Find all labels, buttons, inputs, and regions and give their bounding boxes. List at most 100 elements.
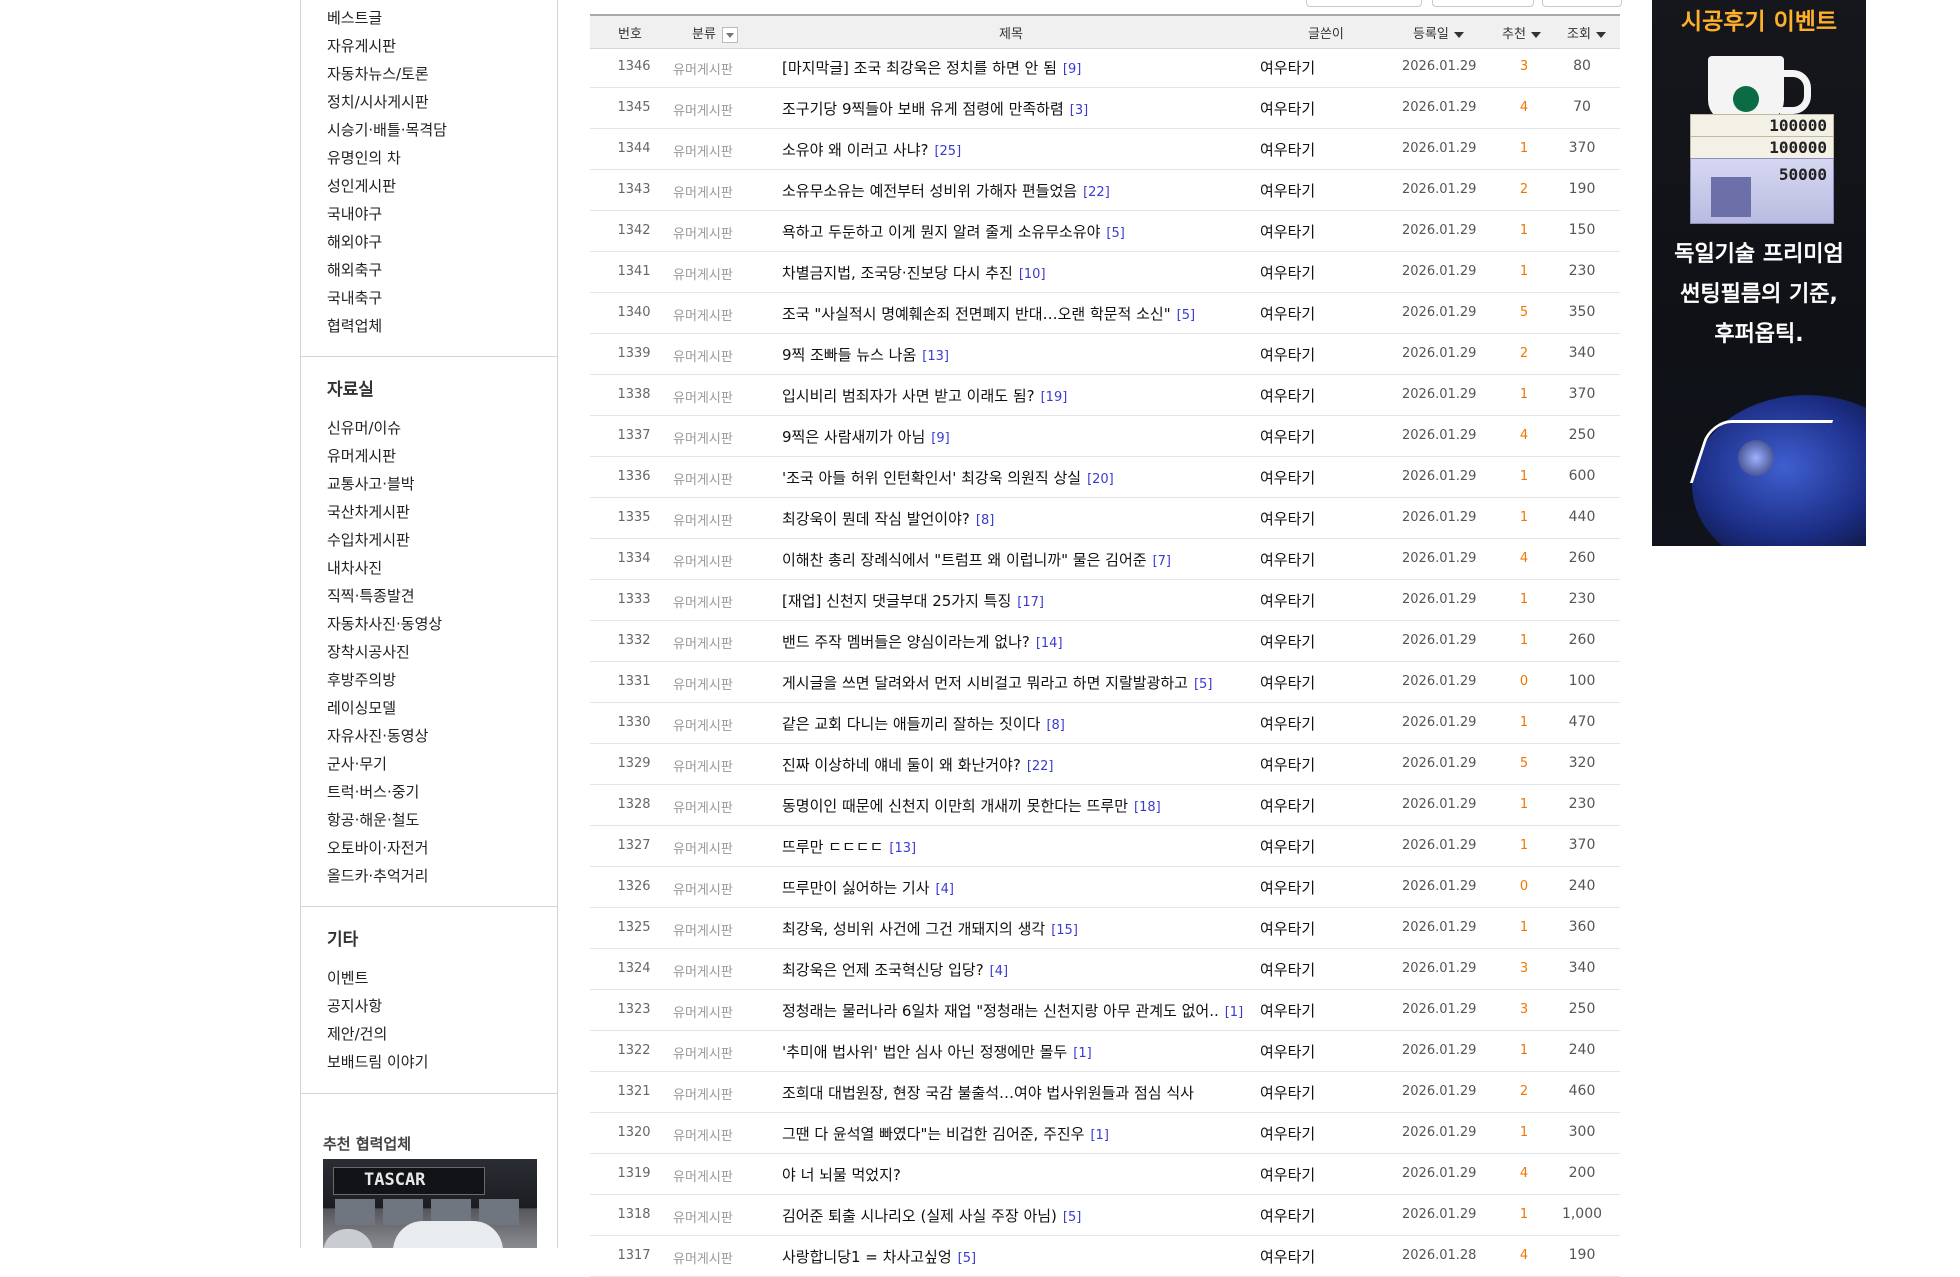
table-row[interactable]: 1334 유머게시판 이해찬 총리 장례식에서 "트럼프 왜 이럽니까" 물은 김어… <box>590 539 1620 580</box>
comment-count[interactable]: [13] <box>922 349 949 364</box>
post-author[interactable]: 여우타기 <box>1260 1000 1315 1021</box>
post-title-link[interactable]: 정청래는 물러나라 6일차 재업 "정청래는 신천지랑 아무 관계도 없어.. [… <box>782 1000 1243 1021</box>
post-title-link[interactable]: 조국 "사실적시 명예훼손죄 전면폐지 반대…오랜 학문적 소신" [5] <box>782 303 1195 324</box>
post-title[interactable]: 이해찬 총리 장례식에서 "트럼프 왜 이럽니까" 물은 김어준 <box>782 551 1147 569</box>
category-select-icon[interactable] <box>721 26 738 43</box>
post-author[interactable]: 여우타기 <box>1260 1246 1315 1267</box>
sidebar-item[interactable]: 군사·무기 <box>327 750 442 778</box>
post-author[interactable]: 여우타기 <box>1260 221 1315 242</box>
header-category[interactable]: 분류 <box>692 23 738 43</box>
sidebar-item[interactable]: 자유게시판 <box>327 32 447 60</box>
post-title-link[interactable]: [마지막글] 조국 최강욱은 정치를 하면 안 됨 [9] <box>782 57 1081 78</box>
post-title[interactable]: 진짜 이상하네 얘네 둘이 왜 화난거야? <box>782 756 1021 774</box>
post-title[interactable]: 최강욱은 언제 조국혁신당 입당? <box>782 961 984 979</box>
post-author[interactable]: 여우타기 <box>1260 426 1315 447</box>
post-title[interactable]: 소유야 왜 이러고 사냐? <box>782 141 928 159</box>
comment-count[interactable]: [17] <box>1017 595 1044 610</box>
post-title-link[interactable]: 조희대 대법원장, 현장 국감 불출석…여야 법사위원들과 점심 식사 <box>782 1082 1200 1103</box>
comment-count[interactable]: [3] <box>1070 103 1088 118</box>
comment-count[interactable]: [9] <box>931 431 949 446</box>
sidebar-item[interactable]: 국내야구 <box>327 200 447 228</box>
comment-count[interactable]: [8] <box>976 513 994 528</box>
table-row[interactable]: 1322 유머게시판 '추미애 법사위' 법안 심사 아닌 정쟁에만 몰두 [1] 여우… <box>590 1031 1620 1072</box>
post-author[interactable]: 여우타기 <box>1260 1205 1315 1226</box>
sidebar-item[interactable]: 성인게시판 <box>327 172 447 200</box>
top-control-button[interactable] <box>1306 0 1422 7</box>
table-row[interactable]: 1331 유머게시판 게시글을 쓰면 달려와서 먼저 시비걸고 뭐라고 하면 지랄발… <box>590 662 1620 703</box>
post-title-link[interactable]: 9찍 조빠들 뉴스 나옴 [13] <box>782 344 949 365</box>
post-author[interactable]: 여우타기 <box>1260 877 1315 898</box>
comment-count[interactable]: [7] <box>1153 554 1171 569</box>
sidebar-item[interactable]: 장착시공사진 <box>327 638 442 666</box>
top-control-button[interactable] <box>1432 0 1534 7</box>
post-author[interactable]: 여우타기 <box>1260 1164 1315 1185</box>
post-author[interactable]: 여우타기 <box>1260 1082 1315 1103</box>
comment-count[interactable]: [18] <box>1134 800 1161 815</box>
post-author[interactable]: 여우타기 <box>1260 385 1315 406</box>
comment-count[interactable]: [22] <box>1027 759 1054 774</box>
comment-count[interactable]: [20] <box>1087 472 1114 487</box>
post-title[interactable]: 소유무소유는 예전부터 성비위 가해자 편들었음 <box>782 182 1077 200</box>
table-row[interactable]: 1318 유머게시판 김어준 퇴출 시나리오 (실제 사실 주장 아님) [5] 여우타… <box>590 1195 1620 1236</box>
post-author[interactable]: 여우타기 <box>1260 98 1315 119</box>
post-title[interactable]: 최강욱, 성비위 사건에 그건 개돼지의 생각 <box>782 920 1045 938</box>
post-title[interactable]: 입시비리 범죄자가 사면 받고 이래도 됨? <box>782 387 1035 405</box>
post-author[interactable]: 여우타기 <box>1260 590 1315 611</box>
table-row[interactable]: 1327 유머게시판 뜨루만 ㄷㄷㄷㄷ [13] 여우타기 2026.01.29 1 370 <box>590 826 1620 867</box>
sidebar-item[interactable]: 트럭·버스·중기 <box>327 778 442 806</box>
sidebar-item[interactable]: 국산차게시판 <box>327 498 442 526</box>
sidebar-item[interactable]: 시승기·배틀·목격담 <box>327 116 447 144</box>
table-row[interactable]: 1344 유머게시판 소유야 왜 이러고 사냐? [25] 여우타기 2026.01.29… <box>590 129 1620 170</box>
comment-count[interactable]: [4] <box>936 882 954 897</box>
comment-count[interactable]: [1] <box>1073 1046 1091 1061</box>
table-row[interactable]: 1319 유머게시판 야 너 뇌물 먹었지? 여우타기 2026.01.29 4 200 <box>590 1154 1620 1195</box>
table-row[interactable]: 1346 유머게시판 [마지막글] 조국 최강욱은 정치를 하면 안 됨 [9] 여우타… <box>590 47 1620 88</box>
table-row[interactable]: 1330 유머게시판 같은 교회 다니는 애들끼리 잘하는 짓이다 [8] 여우타기 20… <box>590 703 1620 744</box>
sidebar-item[interactable]: 정치/시사게시판 <box>327 88 447 116</box>
table-row[interactable]: 1320 유머게시판 그땐 다 윤석열 빠였다"는 비겁한 김어준, 주진우 [1] 여… <box>590 1113 1620 1154</box>
comment-count[interactable]: [5] <box>1177 308 1195 323</box>
post-title[interactable]: 차별금지법, 조국당·진보당 다시 추진 <box>782 264 1013 282</box>
post-author[interactable]: 여우타기 <box>1260 959 1315 980</box>
post-title[interactable]: 조국 "사실적시 명예훼손죄 전면폐지 반대…오랜 학문적 소신" <box>782 305 1171 323</box>
post-title-link[interactable]: '조국 아들 허위 인턴확인서' 최강욱 의원직 상실 [20] <box>782 467 1114 488</box>
partner-shop-image[interactable]: TASCAR <box>323 1159 537 1248</box>
sidebar-item[interactable]: 수입차게시판 <box>327 526 442 554</box>
post-title-link[interactable]: 뜨루만이 싫어하는 기사 [4] <box>782 877 954 898</box>
table-row[interactable]: 1321 유머게시판 조희대 대법원장, 현장 국감 불출석…여야 법사위원들과 점… <box>590 1072 1620 1113</box>
post-title[interactable]: 조구기당 9찍들아 보배 유게 점령에 만족하렴 <box>782 100 1064 118</box>
table-row[interactable]: 1324 유머게시판 최강욱은 언제 조국혁신당 입당? [4] 여우타기 2026.01… <box>590 949 1620 990</box>
post-title-link[interactable]: 진짜 이상하네 얘네 둘이 왜 화난거야? [22] <box>782 754 1054 775</box>
table-row[interactable]: 1345 유머게시판 조구기당 9찍들아 보배 유게 점령에 만족하렴 [3] 여우타기… <box>590 88 1620 129</box>
post-title[interactable]: 최강욱이 뭔데 작심 발언이야? <box>782 510 970 528</box>
post-author[interactable]: 여우타기 <box>1260 508 1315 529</box>
sidebar-item[interactable]: 자동차사진·동영상 <box>327 610 442 638</box>
table-row[interactable]: 1329 유머게시판 진짜 이상하네 얘네 둘이 왜 화난거야? [22] 여우타기 20… <box>590 744 1620 785</box>
sidebar-item[interactable]: 국내축구 <box>327 284 447 312</box>
post-title-link[interactable]: 소유야 왜 이러고 사냐? [25] <box>782 139 961 160</box>
table-row[interactable]: 1325 유머게시판 최강욱, 성비위 사건에 그건 개돼지의 생각 [15] 여우타기… <box>590 908 1620 949</box>
post-title[interactable]: 사랑합니당1 = 차사고싶엉 <box>782 1248 952 1266</box>
post-title[interactable]: 게시글을 쓰면 달려와서 먼저 시비걸고 뭐라고 하면 지랄발광하고 <box>782 674 1188 692</box>
sidebar-item[interactable]: 보배드림 이야기 <box>327 1048 428 1076</box>
post-author[interactable]: 여우타기 <box>1260 549 1315 570</box>
post-title-link[interactable]: 동명이인 때문에 신천지 이만희 개새끼 못한다는 뜨루만 [18] <box>782 795 1161 816</box>
sidebar-item[interactable]: 유머게시판 <box>327 442 442 470</box>
post-title-link[interactable]: 최강욱은 언제 조국혁신당 입당? [4] <box>782 959 1008 980</box>
comment-count[interactable]: [10] <box>1019 267 1046 282</box>
post-author[interactable]: 여우타기 <box>1260 303 1315 324</box>
sidebar-item[interactable]: 해외축구 <box>327 256 447 284</box>
post-title-link[interactable]: 야 너 뇌물 먹었지? <box>782 1164 907 1185</box>
comment-count[interactable]: [1] <box>1225 1005 1243 1020</box>
comment-count[interactable]: [5] <box>1063 1210 1081 1225</box>
sidebar-item[interactable]: 자유사진·동영상 <box>327 722 442 750</box>
post-author[interactable]: 여우타기 <box>1260 631 1315 652</box>
sidebar-item[interactable]: 해외야구 <box>327 228 447 256</box>
comment-count[interactable]: [8] <box>1046 718 1064 733</box>
sidebar-item[interactable]: 올드카·추억거리 <box>327 862 442 890</box>
post-title[interactable]: 밴드 주작 멤버들은 양심이라는게 없나? <box>782 633 1030 651</box>
table-row[interactable]: 1328 유머게시판 동명이인 때문에 신천지 이만희 개새끼 못한다는 뜨루만 [1… <box>590 785 1620 826</box>
table-row[interactable]: 1342 유머게시판 욕하고 두둔하고 이게 뭔지 알려 줄게 소유무소유야 [5] 여… <box>590 211 1620 252</box>
post-title[interactable]: 조희대 대법원장, 현장 국감 불출석…여야 법사위원들과 점심 식사 <box>782 1084 1194 1102</box>
post-title[interactable]: 김어준 퇴출 시나리오 (실제 사실 주장 아님) <box>782 1207 1057 1225</box>
